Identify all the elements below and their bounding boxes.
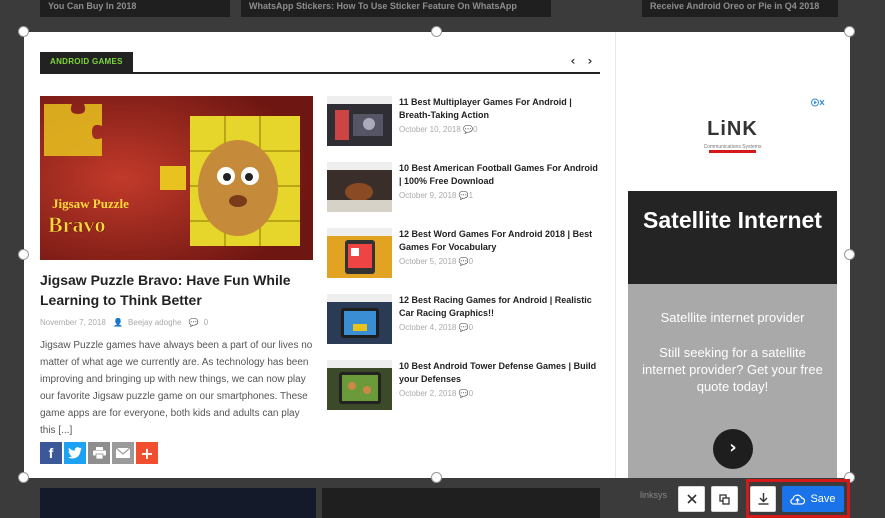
list-item[interactable]: 10 Best American Football Games For Andr… bbox=[327, 162, 599, 214]
share-bar: f + bbox=[40, 442, 158, 464]
list-item[interactable]: 10 Best Android Tower Defense Games | Bu… bbox=[327, 360, 599, 412]
adchoices-icon[interactable] bbox=[811, 94, 825, 112]
resize-handle-nw[interactable] bbox=[18, 26, 29, 37]
twitter-icon[interactable] bbox=[64, 442, 86, 464]
ad-body: Still seeking for a satellite internet p… bbox=[642, 345, 823, 394]
article-meta: October 4, 2018 💬0 bbox=[399, 323, 474, 332]
resize-handle-se[interactable] bbox=[844, 472, 855, 483]
sidebar-divider bbox=[615, 32, 616, 478]
comment-icon: 💬 bbox=[458, 191, 469, 200]
comment-icon: 💬 bbox=[463, 125, 474, 134]
featured-meta: November 7, 2018 👤 Beejay adoghe 💬 0 bbox=[40, 318, 213, 327]
article-title[interactable]: 11 Best Multiplayer Games For Android | … bbox=[399, 96, 599, 122]
article-thumb[interactable] bbox=[327, 96, 392, 146]
list-item[interactable]: 12 Best Racing Games for Android | Reali… bbox=[327, 294, 599, 346]
bottom-card-1 bbox=[40, 488, 316, 518]
article-title[interactable]: 12 Best Word Games For Android 2018 | Be… bbox=[399, 228, 599, 254]
ad-headline[interactable]: Satellite Internet bbox=[628, 191, 837, 284]
featured-comments[interactable]: 0 bbox=[204, 318, 208, 327]
comment-icon: 💬 bbox=[188, 318, 199, 327]
top-card-1[interactable]: You Can Buy In 2018 bbox=[40, 0, 230, 17]
section-header: ANDROID GAMES ‹ › bbox=[40, 52, 600, 74]
ad-logo-area: LiNK Communications Systems bbox=[628, 92, 837, 191]
article-meta: October 2, 2018 💬0 bbox=[399, 389, 474, 398]
list-item[interactable]: 12 Best Word Games For Android 2018 | Be… bbox=[327, 228, 599, 280]
list-item[interactable]: 11 Best Multiplayer Games For Android | … bbox=[327, 96, 599, 148]
featured-image[interactable]: Jigsaw Puzzle Bravo bbox=[40, 96, 313, 260]
resize-handle-w[interactable] bbox=[18, 249, 29, 260]
article-title[interactable]: 10 Best Android Tower Defense Games | Bu… bbox=[399, 360, 599, 386]
top-related-strip: You Can Buy In 2018 WhatsApp Stickers: H… bbox=[0, 0, 885, 18]
copy-button[interactable] bbox=[711, 486, 738, 512]
article-thumb[interactable] bbox=[327, 294, 392, 344]
print-icon[interactable] bbox=[88, 442, 110, 464]
cloud-upload-icon bbox=[790, 494, 806, 505]
featured-image-line1: Jigsaw Puzzle bbox=[52, 196, 129, 211]
resize-handle-e[interactable] bbox=[844, 249, 855, 260]
copy-icon bbox=[719, 493, 730, 505]
capture-selection[interactable]: ANDROID GAMES ‹ › Jigsaw Puzzle Bravo Ji… bbox=[24, 32, 850, 478]
ad-footer: linksys bbox=[640, 490, 668, 500]
comment-icon: 💬 bbox=[458, 257, 469, 266]
save-button[interactable]: Save bbox=[782, 486, 844, 512]
resize-handle-s[interactable] bbox=[431, 472, 442, 483]
bottom-card-2 bbox=[322, 488, 600, 518]
article-meta: October 10, 2018 💬0 bbox=[399, 125, 478, 134]
more-icon[interactable]: + bbox=[136, 442, 158, 464]
next-arrow-icon[interactable]: › bbox=[584, 54, 596, 68]
ad-next-icon[interactable]: › bbox=[713, 429, 753, 469]
facebook-icon[interactable]: f bbox=[40, 442, 62, 464]
section-title[interactable]: ANDROID GAMES bbox=[40, 52, 133, 72]
featured-image-line2: Bravo bbox=[48, 212, 105, 237]
close-icon bbox=[686, 494, 697, 504]
featured-date: November 7, 2018 bbox=[40, 318, 106, 327]
top-card-2[interactable]: WhatsApp Stickers: How To Use Sticker Fe… bbox=[241, 0, 551, 17]
resize-handle-n[interactable] bbox=[431, 26, 442, 37]
featured-excerpt: Jigsaw Puzzle games have always been a p… bbox=[40, 340, 313, 436]
article-title[interactable]: 10 Best American Football Games For Andr… bbox=[399, 162, 599, 188]
close-button[interactable] bbox=[678, 486, 705, 512]
download-icon bbox=[758, 493, 768, 505]
article-title[interactable]: 12 Best Racing Games for Android | Reali… bbox=[399, 294, 599, 320]
resize-handle-ne[interactable] bbox=[844, 26, 855, 37]
article-thumb[interactable] bbox=[327, 162, 392, 212]
article-meta: October 5, 2018 💬0 bbox=[399, 257, 474, 266]
ad-logo: LiNK bbox=[707, 118, 758, 140]
comment-icon: 💬 bbox=[458, 323, 469, 332]
ad-banner[interactable]: LiNK Communications Systems Satellite In… bbox=[628, 92, 837, 478]
article-meta: October 9, 2018 💬1 bbox=[399, 191, 474, 200]
content-area: ANDROID GAMES ‹ › Jigsaw Puzzle Bravo Ji… bbox=[40, 32, 600, 478]
article-thumb[interactable] bbox=[327, 360, 392, 410]
save-label: Save bbox=[810, 493, 836, 505]
ad-subheading: Satellite internet provider bbox=[660, 310, 805, 325]
resize-handle-sw[interactable] bbox=[18, 472, 29, 483]
ad-logo-bar bbox=[709, 150, 756, 153]
article-thumb[interactable] bbox=[327, 228, 392, 278]
author-icon: 👤 bbox=[113, 318, 124, 327]
prev-arrow-icon[interactable]: ‹ bbox=[567, 54, 579, 68]
email-icon[interactable] bbox=[112, 442, 134, 464]
comment-icon: 💬 bbox=[458, 389, 469, 398]
featured-title[interactable]: Jigsaw Puzzle Bravo: Have Fun While Lear… bbox=[40, 270, 315, 310]
top-card-3[interactable]: Receive Android Oreo or Pie in Q4 2018 bbox=[642, 0, 838, 17]
featured-author[interactable]: Beejay adoghe bbox=[128, 318, 181, 327]
download-button[interactable] bbox=[750, 486, 776, 512]
